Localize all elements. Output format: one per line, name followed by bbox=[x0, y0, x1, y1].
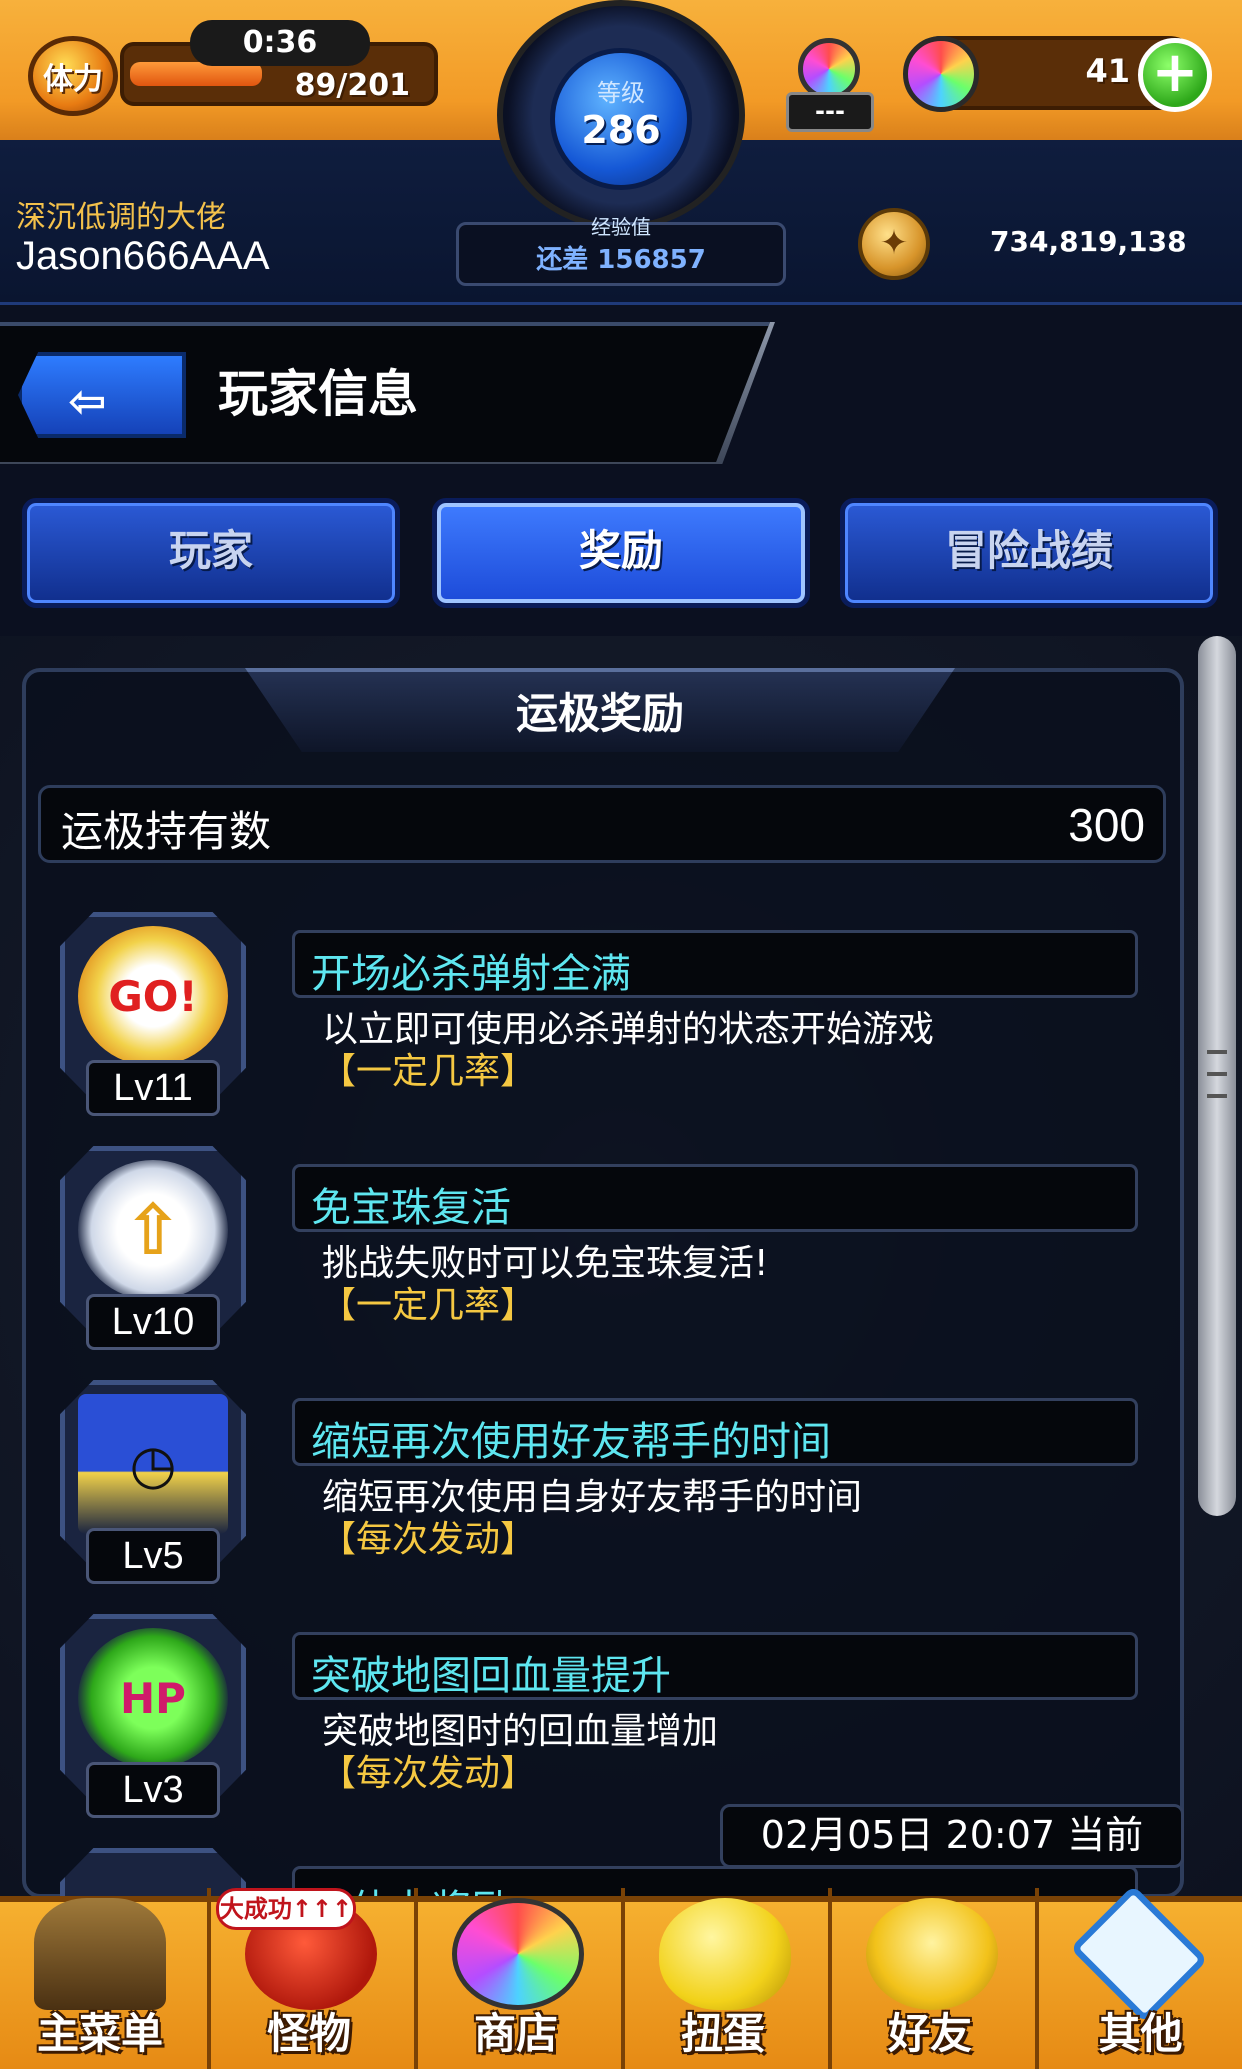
tab-player[interactable]: 玩家 bbox=[22, 498, 400, 608]
scrollbar-grip-icon bbox=[1207, 1050, 1227, 1098]
nav-label: 其他 bbox=[1098, 2009, 1183, 2058]
reward-rate: 【一定几率】 bbox=[320, 1285, 537, 1326]
back-button[interactable]: ⇦ bbox=[18, 352, 186, 438]
friend-timer-icon: ◷ bbox=[78, 1394, 228, 1534]
reward-name-bar: 缩短再次使用好友帮手的时间 bbox=[292, 1398, 1138, 1466]
stamina-timer: 0:36 bbox=[190, 20, 370, 66]
exp-box: 经验值 还差 156857 bbox=[456, 215, 786, 286]
page-title: 玩家信息 bbox=[218, 365, 418, 423]
reward-name: 免宝珠复活 bbox=[311, 1185, 511, 1231]
tab-rewards[interactable]: 奖励 bbox=[432, 498, 810, 608]
reward-item: ◷ Lv5 缩短再次使用好友帮手的时间 缩短再次使用自身好友帮手的时间 【每次发… bbox=[60, 1380, 1140, 1584]
reward-name: 缩短再次使用好友帮手的时间 bbox=[311, 1419, 831, 1465]
nav-label: 好友 bbox=[887, 2009, 972, 2058]
gem-cap-icon[interactable]: --- bbox=[780, 20, 880, 132]
timestamp: 02月05日 20:07 当前 bbox=[720, 1804, 1184, 1868]
nav-main-menu[interactable]: 主菜单 bbox=[0, 1888, 200, 2069]
reward-rate: 【每次发动】 bbox=[320, 1753, 537, 1794]
reward-item: ⇧ Lv10 免宝珠复活 挑战失败时可以免宝珠复活! 【一定几率】 bbox=[60, 1146, 1140, 1350]
exp-prefix: 还差 bbox=[536, 245, 589, 275]
gem-cap-count: --- bbox=[786, 92, 874, 132]
hp-up-icon: HP bbox=[78, 1628, 228, 1768]
exp-remaining: 156857 bbox=[597, 245, 706, 275]
rainbow-orb-icon bbox=[452, 1898, 584, 2010]
add-gem-button[interactable]: + bbox=[1138, 38, 1212, 112]
reward-name: 开场必杀弹射全满 bbox=[311, 951, 631, 997]
promo-badge: 大成功↑↑↑ bbox=[216, 1888, 356, 1930]
go-burst-icon: GO! bbox=[78, 926, 228, 1066]
level-orb[interactable]: 等级 286 bbox=[550, 48, 692, 190]
tab-bar: 玩家 奖励 冒险战绩 bbox=[0, 498, 1242, 608]
player-title: 深沉低调的大佬 bbox=[16, 200, 226, 235]
reward-rate: 【每次发动】 bbox=[320, 1519, 537, 1560]
exp-label: 经验值 bbox=[591, 215, 651, 239]
coin-icon: ✦ bbox=[858, 208, 930, 280]
friends-icon bbox=[866, 1898, 998, 2010]
reward-level: Lv3 bbox=[86, 1762, 220, 1818]
level-value: 286 bbox=[581, 108, 661, 152]
owned-count-label: 运极持有数 bbox=[61, 807, 272, 856]
reward-item: HP Lv3 突破地图回血量提升 突破地图时的回血量增加 【每次发动】 bbox=[60, 1614, 1140, 1818]
nav-label: 商店 bbox=[473, 2009, 558, 2058]
reward-item: GO! Lv11 开场必杀弹射全满 以立即可使用必杀弹射的状态开始游戏 【一定几… bbox=[60, 912, 1140, 1116]
stamina-icon: 体力 bbox=[28, 36, 118, 116]
rainbow-gem-icon bbox=[903, 36, 979, 112]
level-label: 等级 bbox=[597, 79, 645, 107]
gate-icon bbox=[34, 1898, 166, 2010]
reward-name-bar: 突破地图回血量提升 bbox=[292, 1632, 1138, 1700]
stamina-value: 89/201 bbox=[294, 68, 410, 103]
reward-name: 突破地图回血量提升 bbox=[311, 1653, 671, 1699]
winged-revive-icon: ⇧ bbox=[78, 1160, 228, 1300]
reward-level: Lv10 bbox=[86, 1294, 220, 1350]
nav-shop[interactable]: 商店 bbox=[414, 1888, 614, 2069]
nav-label: 怪物 bbox=[266, 2009, 351, 2058]
nav-label: 扭蛋 bbox=[680, 2009, 765, 2058]
reward-name-bar: 免宝珠复活 bbox=[292, 1164, 1138, 1232]
reward-level: Lv5 bbox=[86, 1528, 220, 1584]
back-arrow-icon: ⇦ bbox=[68, 374, 107, 428]
reward-name-bar: 开场必杀弹射全满 bbox=[292, 930, 1138, 998]
exp-text: 还差 156857 bbox=[459, 239, 783, 276]
gem-count: 41 bbox=[1085, 52, 1130, 90]
nav-friends[interactable]: 好友 bbox=[828, 1888, 1028, 2069]
owned-count-row: 运极持有数 300 bbox=[38, 785, 1166, 863]
reward-rate: 【一定几率】 bbox=[320, 1051, 537, 1092]
nav-label: 主菜单 bbox=[36, 2009, 163, 2058]
nav-other[interactable]: 其他 bbox=[1035, 1884, 1242, 2069]
player-name: Jason666AAA bbox=[16, 234, 270, 278]
section-title: 运极奖励 bbox=[515, 689, 684, 738]
egg-icon bbox=[659, 1898, 791, 2010]
coin-value: 734,819,138 bbox=[990, 225, 1187, 258]
tab-adventure-record[interactable]: 冒险战绩 bbox=[840, 498, 1218, 608]
gem-cap-orb-icon bbox=[798, 38, 860, 100]
nav-gacha[interactable]: 扭蛋 bbox=[621, 1888, 821, 2069]
reward-level: Lv11 bbox=[86, 1060, 220, 1116]
owned-count-value: 300 bbox=[1068, 799, 1145, 851]
